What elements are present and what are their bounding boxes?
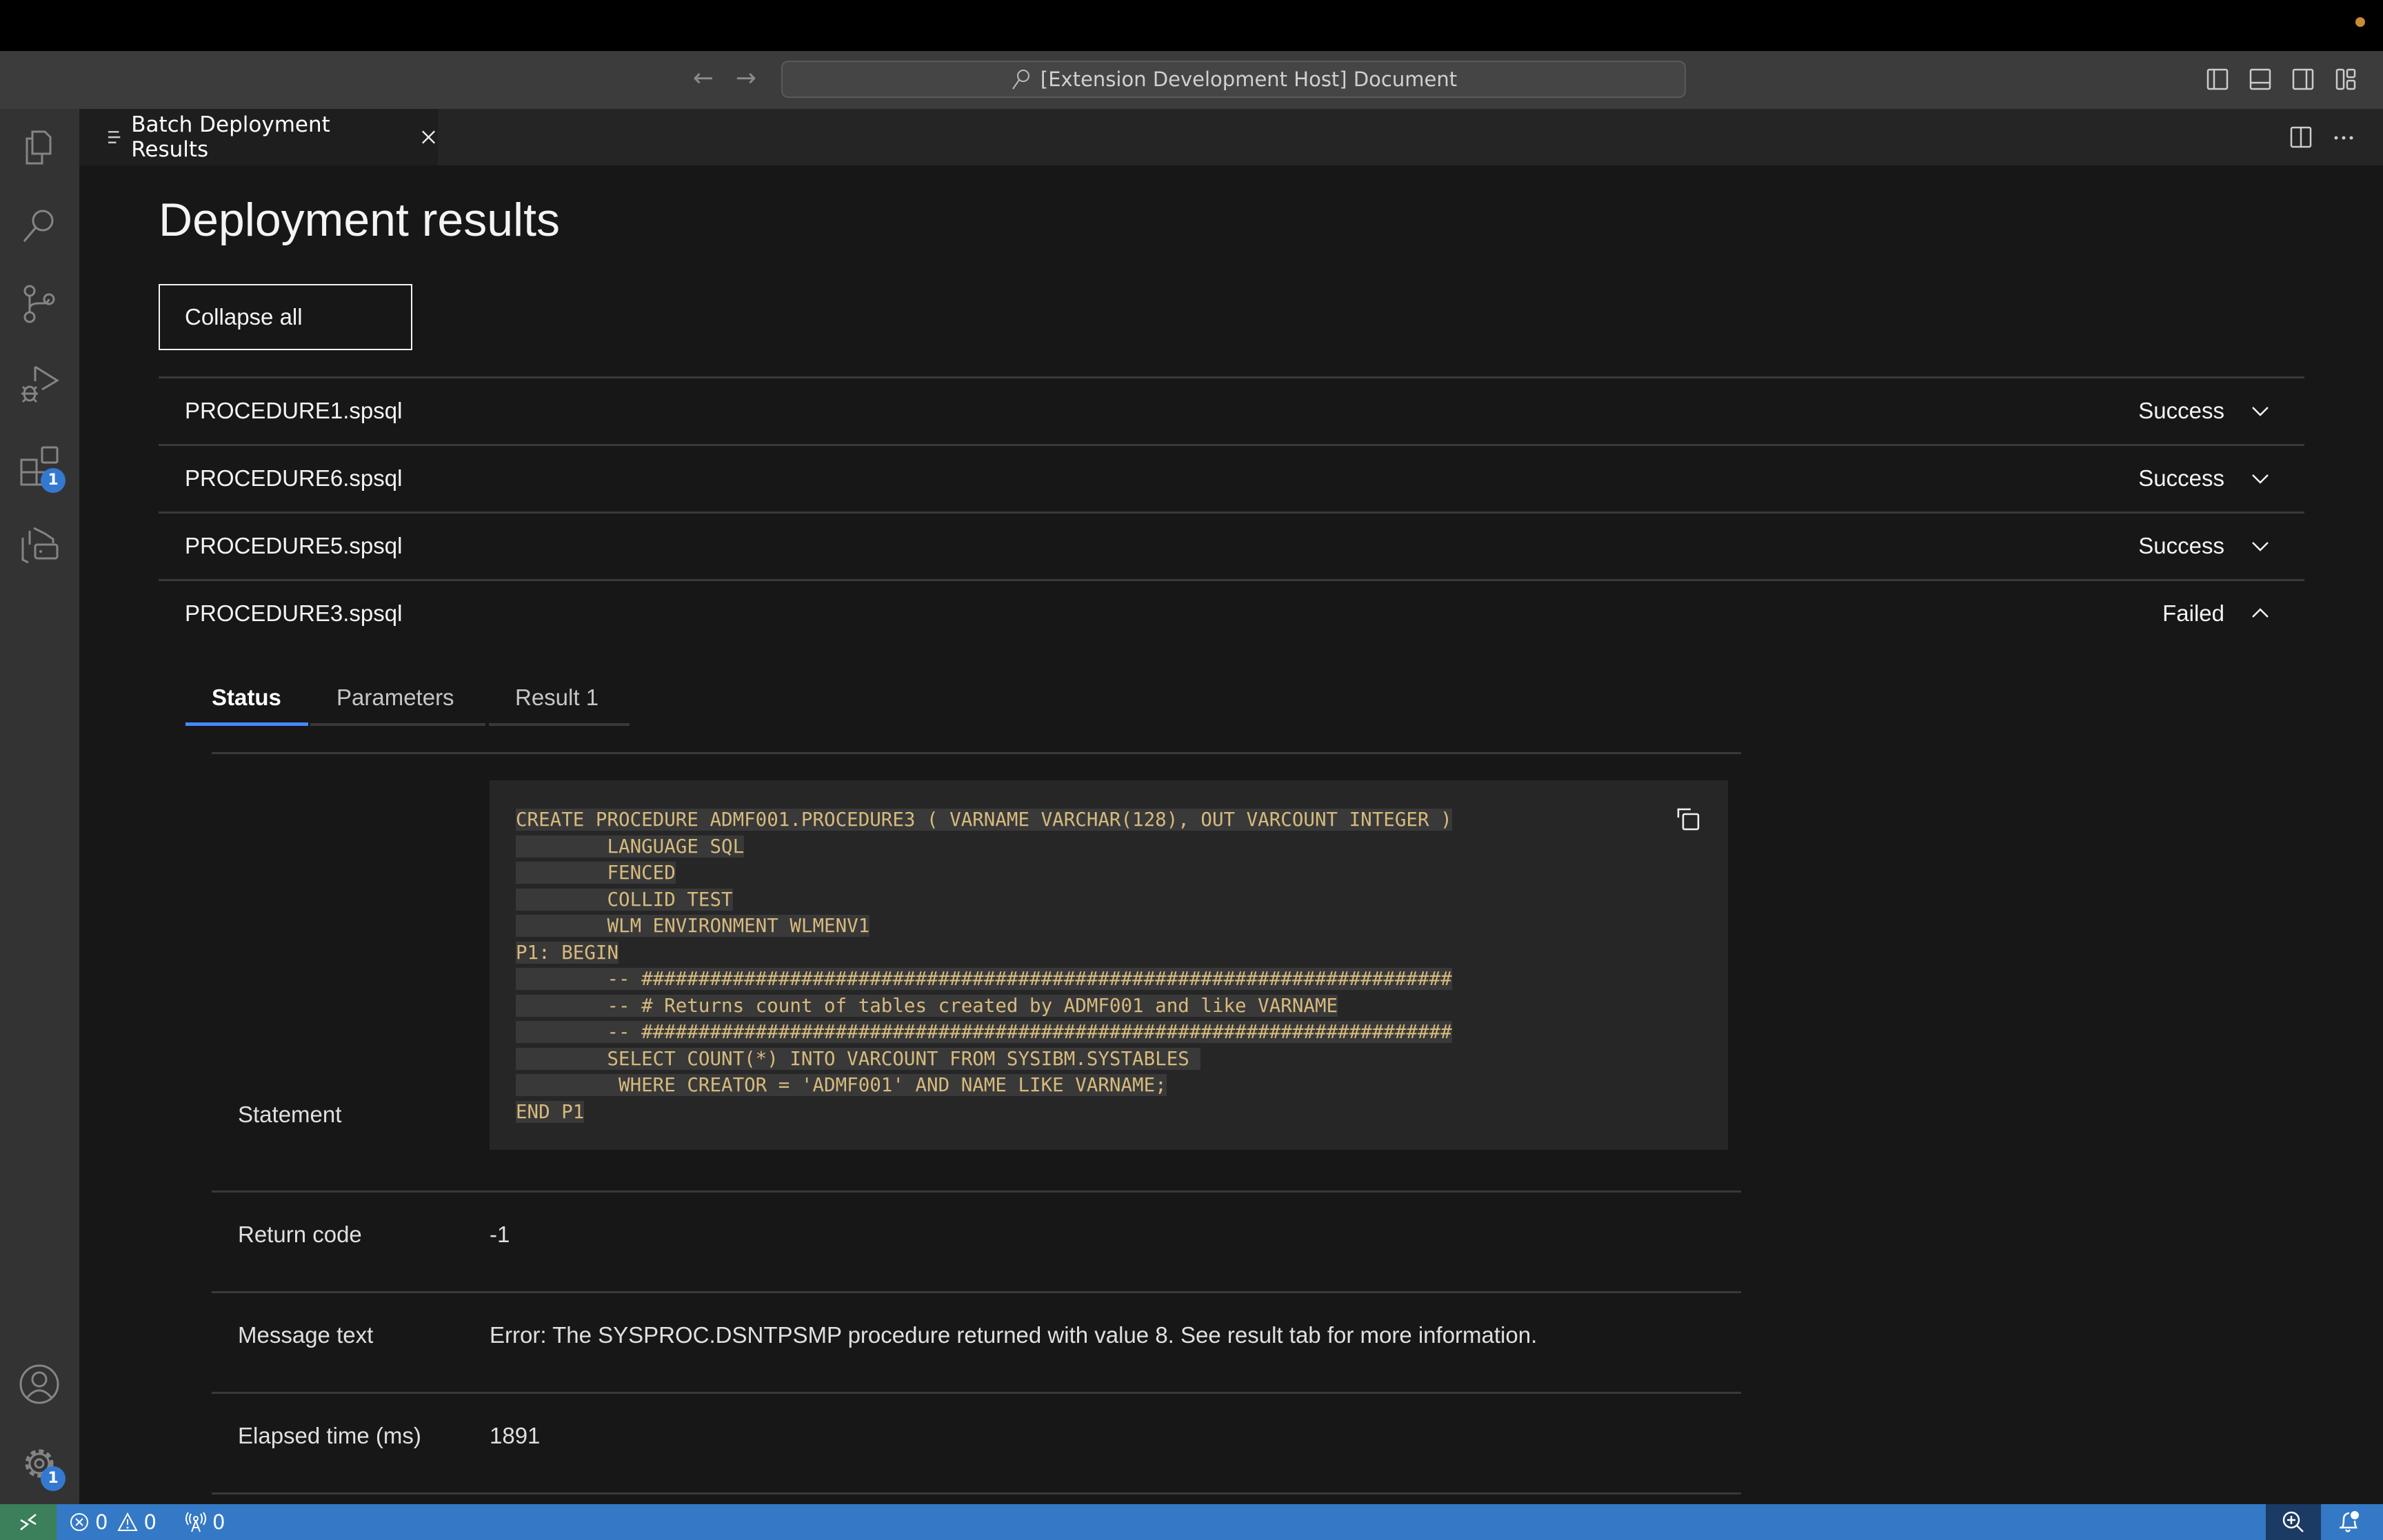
code-line: -- #####################################… (516, 968, 1452, 990)
window-title: [Extension Development Host] Document (1040, 68, 1458, 91)
return-code-value: -1 (490, 1222, 510, 1247)
code-line: FENCED (516, 862, 676, 884)
warning-icon (117, 1512, 139, 1531)
zoom-in-icon (2282, 1511, 2304, 1532)
recording-indicator-icon (2355, 17, 2365, 27)
broadcast-icon (185, 1512, 206, 1532)
error-count: 0 (95, 1510, 108, 1534)
page-title: Deployment results (159, 194, 561, 246)
result-status: Success (2138, 533, 2224, 558)
editor-tab-label: Batch Deployment Results (131, 112, 330, 162)
chevron-up-icon (2252, 608, 2269, 618)
toggle-panel-icon[interactable] (2249, 68, 2271, 91)
divider (212, 1392, 1741, 1394)
code-line: WHERE CREATOR = 'ADMF001' AND NAME LIKE … (516, 1074, 1167, 1096)
code-line: CREATE PROCEDURE ADMF001.PROCEDURE3 ( VA… (516, 809, 1452, 831)
ports-indicator[interactable]: 0 (185, 1504, 225, 1540)
result-file-name: PROCEDURE1.spsql (185, 398, 403, 423)
tab-parameters[interactable]: Parameters (310, 672, 485, 726)
code-line: COLLID TEST (516, 888, 733, 911)
divider (212, 1492, 1741, 1495)
chevron-down-icon (2252, 542, 2269, 551)
elapsed-time-value: 1891 (490, 1423, 541, 1448)
collapse-all-button[interactable]: Collapse all (159, 284, 412, 350)
statement-code-block[interactable]: CREATE PROCEDURE ADMF001.PROCEDURE3 ( VA… (490, 780, 1728, 1150)
code-line: WLM ENVIRONMENT WLMENV1 (516, 915, 870, 937)
result-file-name: PROCEDURE3.spsql (185, 600, 403, 626)
run-debug-icon[interactable] (19, 363, 60, 405)
result-row[interactable]: PROCEDURE6.spsql Success (159, 444, 2304, 511)
search-icon (1012, 70, 1029, 90)
zoom-button[interactable] (2266, 1504, 2321, 1540)
message-text-value: Error: The SYSPROC.DSNTPSMP procedure re… (490, 1322, 1538, 1348)
ports-count: 0 (212, 1510, 225, 1534)
code-line: LANGUAGE SQL (516, 835, 745, 858)
divider (212, 1291, 1741, 1293)
problems-indicator[interactable]: 0 0 (69, 1504, 157, 1540)
bell-dot-icon (2340, 1511, 2359, 1532)
result-row[interactable]: PROCEDURE5.spsql Success (159, 511, 2304, 578)
menu-bar (0, 0, 2383, 51)
result-file-name: PROCEDURE5.spsql (185, 533, 403, 558)
error-icon (70, 1513, 88, 1531)
chevron-down-icon (2252, 407, 2269, 416)
status-bar (0, 1504, 2383, 1540)
divider (212, 1191, 1741, 1193)
account-icon[interactable] (19, 1364, 60, 1405)
code-line: -- # Returns count of tables created by … (516, 994, 1338, 1017)
extensions-badge: 1 (41, 468, 66, 493)
search-icon[interactable] (19, 205, 60, 247)
source-control-icon[interactable] (19, 284, 60, 325)
tab-result-1[interactable]: Result 1 (489, 672, 630, 726)
toggle-primary-sidebar-icon[interactable] (2206, 68, 2229, 91)
copy-icon[interactable] (1674, 805, 1702, 833)
message-text-label: Message text (238, 1322, 374, 1348)
return-code-label: Return code (238, 1222, 362, 1247)
result-file-name: PROCEDURE6.spsql (185, 465, 403, 491)
result-status: Success (2138, 465, 2224, 491)
code-line: END P1 (516, 1100, 585, 1123)
statement-label: Statement (238, 1102, 342, 1127)
elapsed-time-label: Elapsed time (ms) (238, 1423, 421, 1448)
manage-badge: 1 (41, 1466, 66, 1491)
tab-status[interactable]: Status (185, 672, 308, 726)
code-line: SELECT COUNT(*) INTO VARCOUNT FROM SYSIB… (516, 1047, 1201, 1070)
more-actions-icon[interactable] (2332, 125, 2355, 149)
code-line: P1: BEGIN (516, 941, 619, 964)
split-editor-icon[interactable] (2289, 125, 2313, 149)
extensions-button[interactable]: 1 (19, 445, 66, 493)
zowe-explorer-icon[interactable] (19, 524, 60, 565)
command-center[interactable]: [Extension Development Host] Document (781, 61, 1686, 98)
result-status: Failed (2162, 600, 2224, 626)
arrow-right-icon[interactable]: → (732, 65, 760, 92)
chevron-down-icon (2252, 474, 2269, 484)
code-line: -- #####################################… (516, 1021, 1452, 1043)
arrow-left-icon[interactable]: ← (690, 65, 717, 92)
result-row-expanded[interactable]: PROCEDURE3.spsql Failed (159, 579, 2304, 646)
editor-tab[interactable]: Batch Deployment Results (79, 109, 438, 165)
close-icon[interactable] (419, 128, 438, 147)
preview-icon (108, 131, 121, 143)
notifications-button[interactable] (2321, 1504, 2376, 1540)
manage-button[interactable]: 1 (19, 1443, 66, 1491)
divider (212, 752, 1741, 754)
files-icon[interactable] (19, 126, 60, 168)
result-row[interactable]: PROCEDURE1.spsql Success (159, 376, 2304, 443)
toggle-secondary-sidebar-icon[interactable] (2292, 68, 2314, 91)
remote-icon (20, 1514, 37, 1530)
result-status: Success (2138, 398, 2224, 423)
warning-count: 0 (143, 1510, 157, 1534)
customize-layout-icon[interactable] (2335, 68, 2357, 91)
statement-code: CREATE PROCEDURE ADMF001.PROCEDURE3 ( VA… (516, 807, 1452, 1125)
remote-indicator[interactable] (0, 1504, 57, 1540)
